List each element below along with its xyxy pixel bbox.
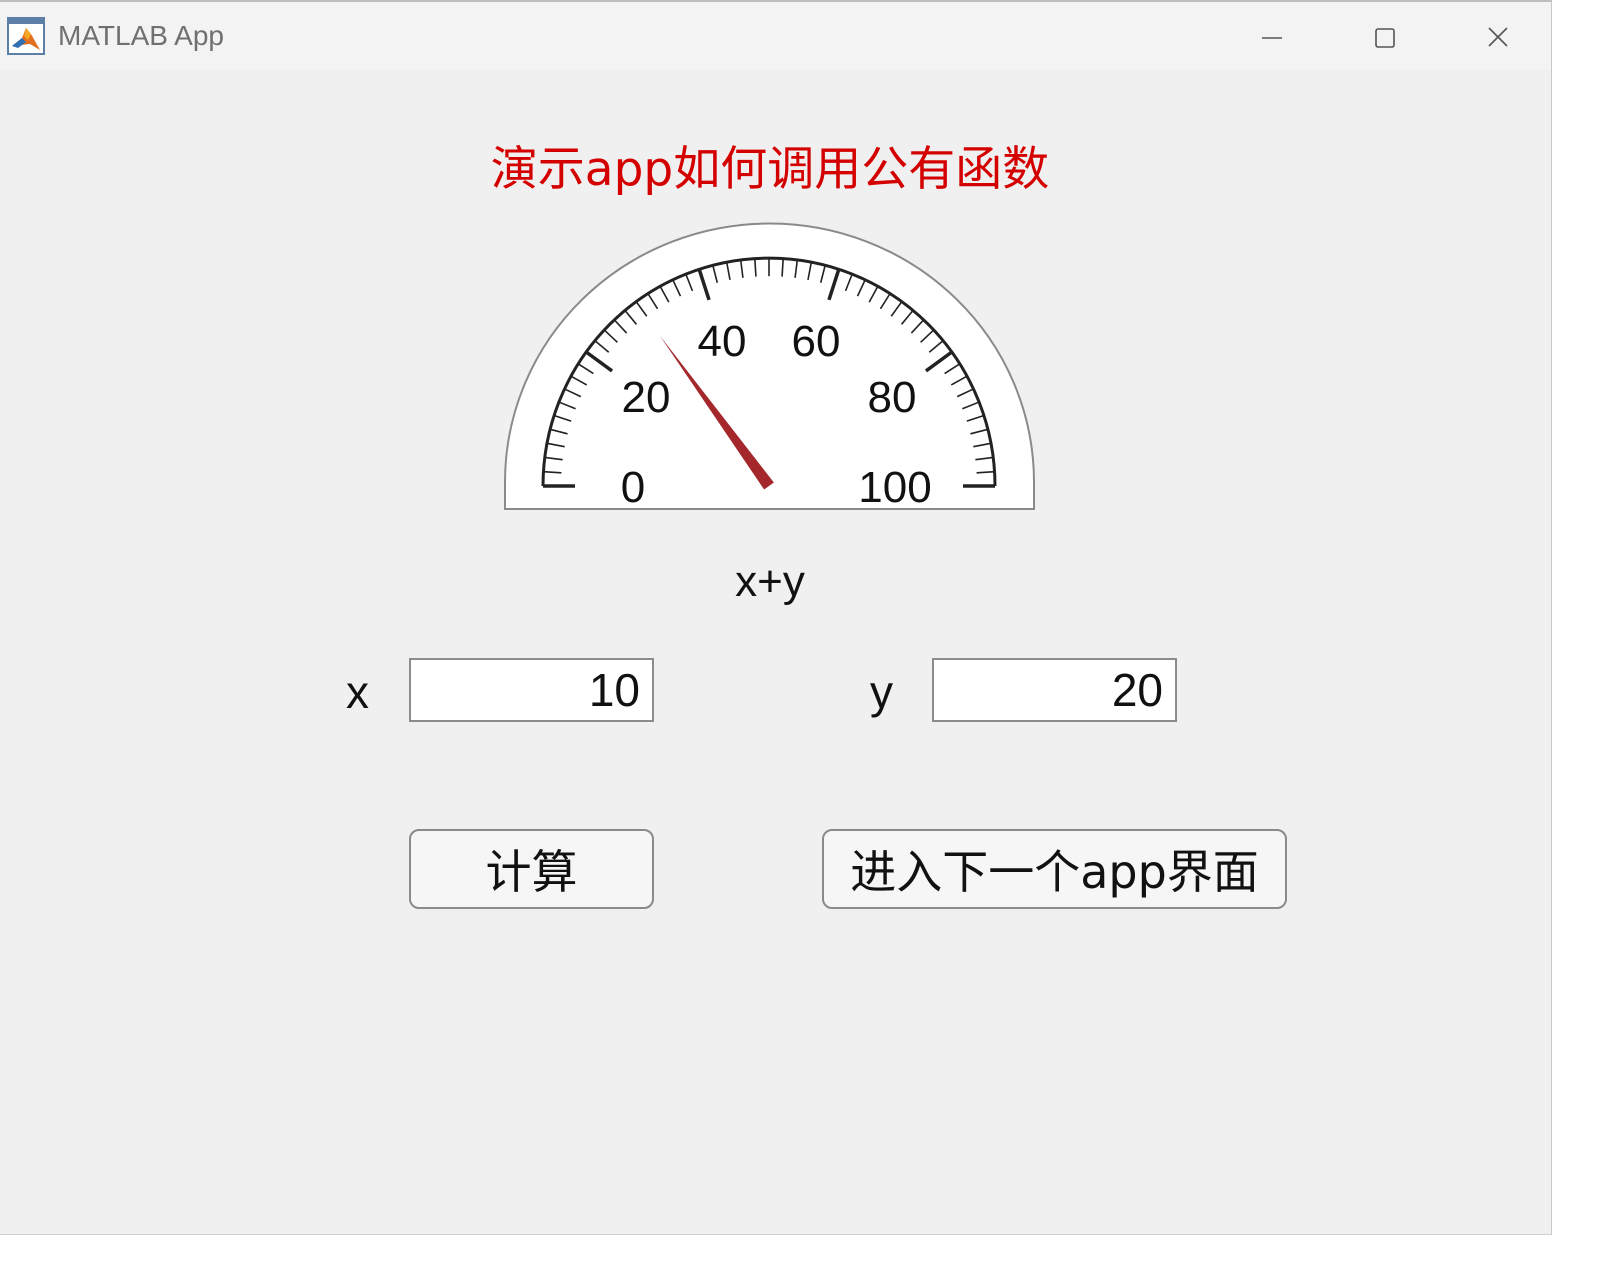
- gauge-label: x+y: [735, 557, 805, 606]
- gauge-minor-tick: [781, 258, 784, 277]
- x-label: x: [346, 666, 369, 718]
- gauge-minor-tick: [976, 470, 995, 474]
- calculate-button[interactable]: 计算: [409, 829, 654, 909]
- y-label: y: [870, 666, 893, 718]
- gauge-tick-label: 80: [867, 373, 916, 422]
- y-input[interactable]: [932, 658, 1177, 722]
- semicircular-gauge: 0 20 40 60 80 100: [504, 222, 1035, 512]
- gauge-tick-label: 20: [622, 373, 671, 422]
- gauge-tick-label: 40: [698, 317, 747, 366]
- gauge-minor-tick: [754, 258, 757, 277]
- gauge-tick-label: 100: [858, 463, 931, 512]
- next-app-button[interactable]: 进入下一个app界面: [822, 829, 1287, 909]
- gauge-minor-tick: [543, 470, 562, 474]
- gauge-tick-label: 60: [791, 317, 840, 366]
- app-window: MATLAB App 演示app如何调用公有函数 0 20 40 60 80 100 x+…: [0, 0, 1552, 1235]
- x-input[interactable]: [409, 658, 654, 722]
- gauge-tick-label: 0: [621, 463, 645, 512]
